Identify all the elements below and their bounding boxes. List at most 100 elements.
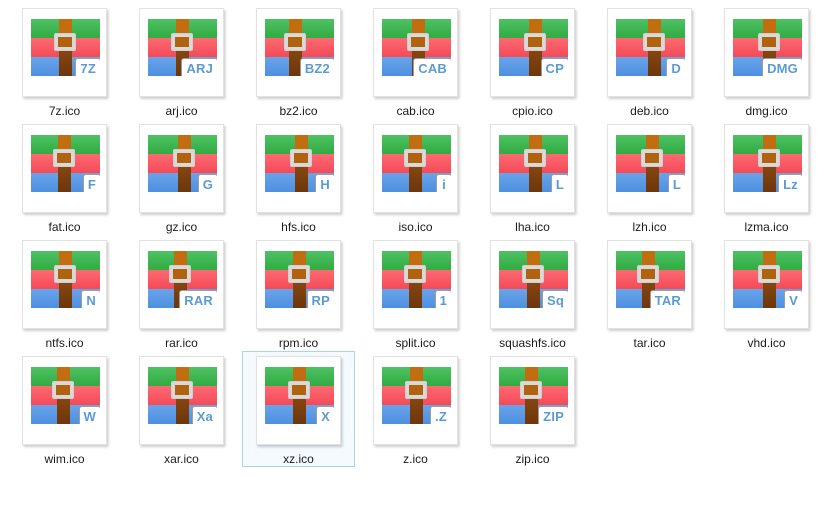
file-item[interactable]: BZ2 bz2.ico (242, 3, 355, 119)
buckle-inner (288, 37, 302, 47)
archive-icon[interactable]: Xa (139, 356, 224, 445)
icon-artwork: ARJ (148, 19, 217, 76)
file-item[interactable]: Llha.ico (476, 119, 589, 235)
file-item[interactable]: ZIP zip.ico (476, 351, 589, 467)
icon-artwork: Xa (148, 367, 217, 424)
file-name-label: bz2.ico (279, 104, 318, 118)
file-item[interactable]: Ddeb.ico (593, 3, 706, 119)
icon-artwork: ZIP (499, 367, 568, 424)
archive-icon[interactable]: TAR (607, 240, 692, 329)
file-item[interactable]: DMG dmg.ico (710, 3, 823, 119)
file-item[interactable]: .Z z.ico (359, 351, 472, 467)
buckle-inner (524, 385, 538, 395)
buckle-inner (173, 269, 187, 279)
file-item[interactable]: CAB cab.ico (359, 3, 472, 119)
icon-artwork: Sq (499, 251, 568, 308)
file-item[interactable]: ARJ arj.ico (125, 3, 238, 119)
format-badge: CP (540, 58, 568, 76)
buckle-inner (762, 153, 776, 163)
format-badge: TAR (649, 290, 685, 308)
archive-icon[interactable]: 7Z (22, 8, 107, 97)
archive-icon[interactable]: V (724, 240, 809, 329)
file-item[interactable]: 1 split.ico (359, 235, 472, 351)
file-item[interactable]: 7Z 7z.ico (8, 3, 121, 119)
icon-artwork: 7Z (31, 19, 100, 76)
buckle-icon (171, 381, 193, 399)
archive-icon[interactable]: i (373, 124, 458, 213)
file-item[interactable]: i iso.ico (359, 119, 472, 235)
format-badge: Lz (778, 174, 802, 192)
file-item[interactable]: Wwim.ico (8, 351, 121, 467)
file-name-label: squashfs.ico (499, 336, 566, 350)
buckle-icon (758, 33, 780, 51)
format-badge: i (436, 174, 451, 192)
buckle-inner (292, 269, 306, 279)
file-name-label: hfs.ico (281, 220, 316, 234)
buckle-inner (56, 385, 70, 395)
archive-icon[interactable]: L (490, 124, 575, 213)
archive-icon[interactable]: 1 (373, 240, 458, 329)
format-badge: 1 (434, 290, 451, 308)
icon-artwork: N (31, 251, 100, 308)
format-badge: DMG (762, 58, 802, 76)
file-item[interactable]: TAR tar.ico (593, 235, 706, 351)
buckle-icon (758, 265, 780, 283)
buckle-icon (637, 265, 659, 283)
format-badge: H (315, 174, 334, 192)
archive-icon[interactable]: N (22, 240, 107, 329)
buckle-icon (52, 381, 74, 399)
archive-icon[interactable]: CAB (373, 8, 458, 97)
file-item[interactable]: Ggz.ico (125, 119, 238, 235)
archive-icon[interactable]: BZ2 (256, 8, 341, 97)
buckle-inner (762, 269, 776, 279)
icon-artwork: H (265, 135, 334, 192)
file-item[interactable]: Nntfs.ico (8, 235, 121, 351)
icon-artwork: .Z (382, 367, 451, 424)
buckle-icon (405, 381, 427, 399)
archive-icon[interactable]: D (607, 8, 692, 97)
buckle-inner (292, 385, 306, 395)
format-badge: Xa (191, 406, 217, 424)
file-item[interactable]: Hhfs.ico (242, 119, 355, 235)
archive-icon[interactable]: F (22, 124, 107, 213)
file-item[interactable]: RAR rar.ico (125, 235, 238, 351)
icon-artwork: V (733, 251, 802, 308)
file-item[interactable]: Vvhd.ico (710, 235, 823, 351)
icon-artwork: BZ2 (265, 19, 334, 76)
archive-icon[interactable]: .Z (373, 356, 458, 445)
archive-icon[interactable]: G (139, 124, 224, 213)
archive-icon[interactable]: X (256, 356, 341, 445)
archive-icon[interactable]: Lz (724, 124, 809, 213)
file-item[interactable]: CP cpio.ico (476, 3, 589, 119)
archive-icon[interactable]: H (256, 124, 341, 213)
buckle-icon (173, 149, 195, 167)
file-name-label: cab.ico (396, 104, 435, 118)
file-item[interactable]: RP rpm.ico (242, 235, 355, 351)
archive-icon[interactable]: ZIP (490, 356, 575, 445)
icon-artwork: 1 (382, 251, 451, 308)
buckle-icon (290, 149, 312, 167)
buckle-inner (408, 269, 422, 279)
icon-grid-view[interactable]: 7Z 7z.ico ARJ arj.ico BZ2 bz2.ico CAB cab.ico CP… (0, 0, 825, 511)
buckle-inner (177, 153, 191, 163)
buckle-icon (284, 33, 306, 51)
archive-icon[interactable]: ARJ (139, 8, 224, 97)
file-name-label: xar.ico (164, 452, 199, 466)
file-item[interactable]: Xxz.ico (242, 351, 355, 467)
file-name-label: deb.ico (630, 104, 669, 118)
file-item[interactable]: Sq squashfs.ico (476, 235, 589, 351)
archive-icon[interactable]: W (22, 356, 107, 445)
file-item[interactable]: Llzh.ico (593, 119, 706, 235)
archive-icon[interactable]: L (607, 124, 692, 213)
archive-icon[interactable]: DMG (724, 8, 809, 97)
file-name-label: vhd.ico (747, 336, 786, 350)
archive-icon[interactable]: CP (490, 8, 575, 97)
archive-icon[interactable]: RAR (139, 240, 224, 329)
file-item[interactable]: Ffat.ico (8, 119, 121, 235)
format-badge: N (81, 290, 100, 308)
file-item[interactable]: Lz lzma.ico (710, 119, 823, 235)
file-item[interactable]: Xa xar.ico (125, 351, 238, 467)
archive-icon[interactable]: Sq (490, 240, 575, 329)
archive-icon[interactable]: RP (256, 240, 341, 329)
buckle-icon (407, 33, 429, 51)
